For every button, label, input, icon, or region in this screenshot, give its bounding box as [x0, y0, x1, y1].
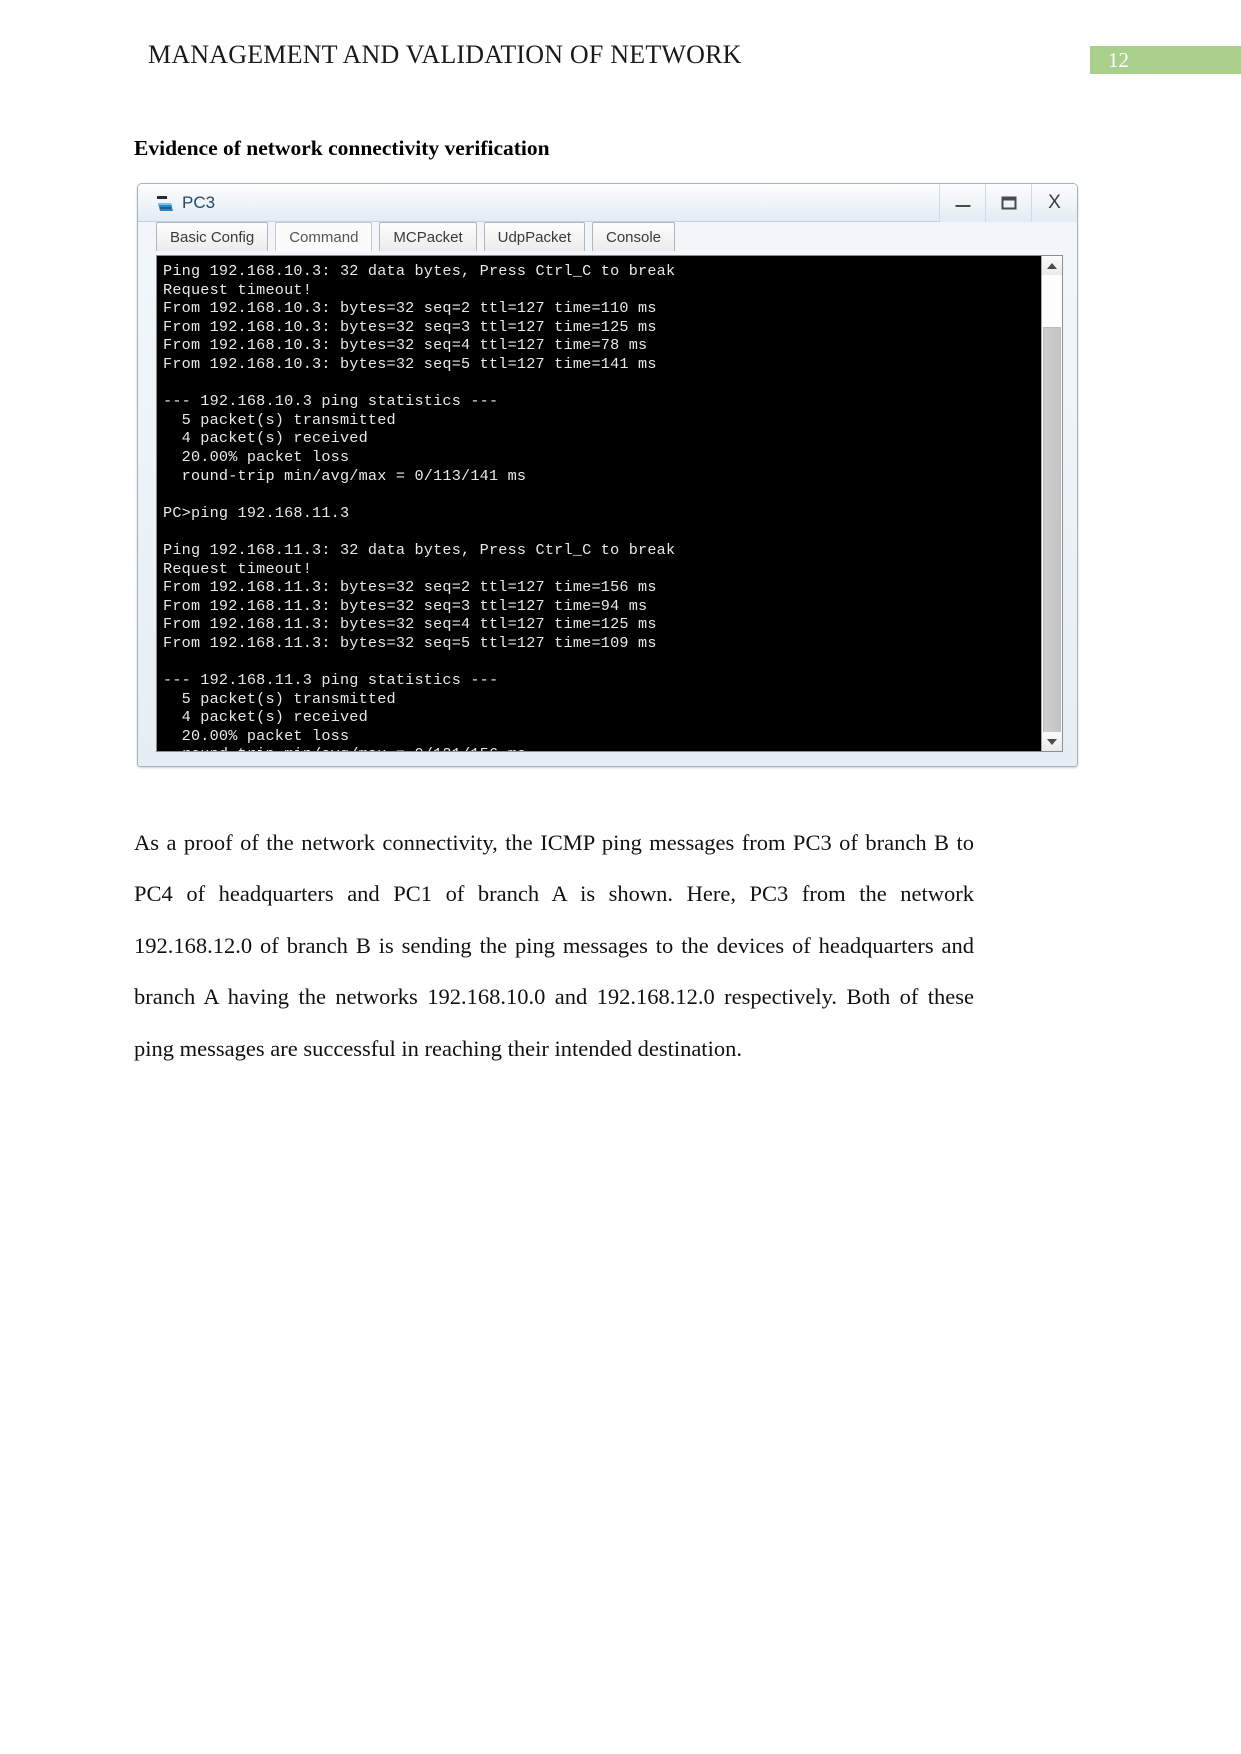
- window-titlebar[interactable]: PC3 X: [138, 184, 1077, 222]
- config-tabbar: Basic Config Command MCPacket UdpPacket …: [138, 222, 1077, 255]
- tab-console[interactable]: Console: [591, 222, 676, 251]
- pc-device-icon: [154, 192, 176, 214]
- chevron-up-icon: [1047, 262, 1057, 269]
- scrollbar-thumb[interactable]: [1043, 327, 1061, 751]
- body-paragraph: As a proof of the network connectivity, …: [134, 829, 974, 1061]
- page-number-text: 12: [1108, 48, 1129, 72]
- terminal-output-text: Ping 192.168.10.3: 32 data bytes, Press …: [163, 262, 676, 751]
- page-title: MANAGEMENT AND VALIDATION OF NETWORK: [148, 40, 742, 69]
- document-page: MANAGEMENT AND VALIDATION OF NETWORK 12 …: [0, 0, 1241, 1754]
- scroll-down-button[interactable]: [1042, 732, 1062, 751]
- terminal-output-area[interactable]: Ping 192.168.10.3: 32 data bytes, Press …: [157, 256, 1041, 751]
- section-heading: Evidence of network connectivity verific…: [134, 136, 550, 160]
- scroll-up-button[interactable]: [1042, 256, 1062, 275]
- tab-basic-config[interactable]: Basic Config: [156, 222, 269, 251]
- maximize-button[interactable]: [985, 184, 1031, 222]
- terminal-scrollbar[interactable]: [1041, 256, 1062, 751]
- terminal-panel: Ping 192.168.10.3: 32 data bytes, Press …: [156, 255, 1063, 752]
- minimize-button[interactable]: [939, 184, 985, 222]
- tab-command[interactable]: Command: [275, 222, 373, 251]
- pc-config-window: PC3 X Basic Config Command MCPacket UdpP…: [137, 183, 1078, 767]
- maximize-icon: [1001, 196, 1016, 210]
- tab-udppacket[interactable]: UdpPacket: [483, 222, 585, 251]
- close-button[interactable]: X: [1031, 184, 1077, 222]
- minimize-icon: [955, 205, 970, 208]
- figure-screenshot: PC3 X Basic Config Command MCPacket UdpP…: [134, 183, 1081, 784]
- tab-mcpacket[interactable]: MCPacket: [379, 222, 477, 251]
- window-controls: X: [939, 184, 1077, 222]
- close-icon: X: [1048, 192, 1061, 214]
- document-header: MANAGEMENT AND VALIDATION OF NETWORK 12: [0, 38, 1241, 78]
- scrollbar-track[interactable]: [1042, 275, 1062, 751]
- chevron-down-icon: [1047, 738, 1057, 745]
- page-number-badge: 12: [1090, 46, 1241, 74]
- window-title: PC3: [182, 193, 216, 212]
